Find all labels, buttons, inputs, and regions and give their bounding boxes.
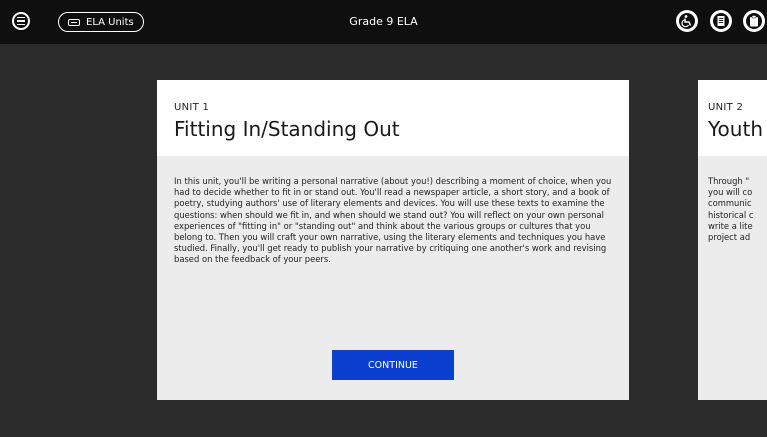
unit-2-card[interactable]: UNIT 2 Youth Through " you will co commu…	[698, 80, 767, 400]
accessibility-button[interactable]	[676, 10, 698, 32]
accessibility-icon	[677, 11, 697, 31]
top-bar: ELA Units Grade 9 ELA	[0, 0, 767, 44]
page-title: Grade 9 ELA	[349, 15, 418, 28]
unit-1-title: Fitting In/Standing Out	[174, 117, 400, 141]
unit-2-header: UNIT 2 Youth	[698, 80, 767, 156]
unit-1-card: UNIT 1 Fitting In/Standing Out In this u…	[157, 80, 629, 400]
clipboard-button[interactable]	[743, 10, 765, 32]
unit-2-title: Youth	[708, 117, 763, 141]
unit-2-description: Through " you will co communic historica…	[708, 176, 754, 243]
clipboard-icon	[744, 11, 764, 31]
unit-1-label: UNIT 1	[174, 102, 210, 113]
continue-button[interactable]: CONTINUE	[332, 350, 454, 380]
notes-icon	[711, 11, 731, 31]
unit-2-label: UNIT 2	[708, 102, 744, 113]
unit-1-header: UNIT 1 Fitting In/Standing Out	[157, 80, 629, 156]
notes-button[interactable]	[710, 10, 732, 32]
unit-1-description: In this unit, you'll be writing a person…	[174, 176, 612, 265]
